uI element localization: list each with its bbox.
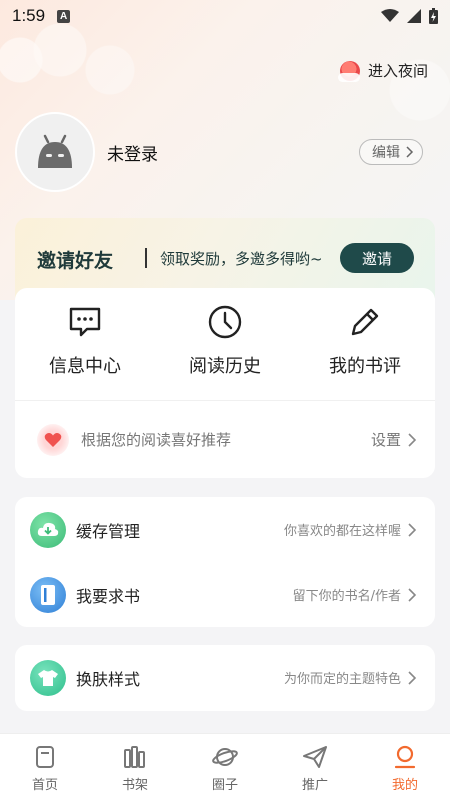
- tab-label: 我的: [391, 778, 418, 793]
- chevron-right-icon: [406, 146, 414, 158]
- list-item-cache-management[interactable]: 缓存管理 你喜欢的都在这样喔: [15, 497, 435, 562]
- list-item-title: 换肤样式: [76, 669, 141, 689]
- list-item-subtitle-text: 为你而定的主题特色: [283, 672, 401, 687]
- chevron-right-icon: [408, 587, 417, 602]
- night-mode-label: 进入夜间: [367, 62, 428, 80]
- list-item-subtitle: 你喜欢的都在这样喔: [284, 520, 419, 539]
- invite-divider: [145, 248, 147, 268]
- tab-promote[interactable]: 推广: [270, 734, 360, 801]
- settings-list-card: 缓存管理 你喜欢的都在这样喔 我要求书 留下你的书名/作者: [15, 497, 435, 627]
- quick-actions-card: 信息中心 阅读历史 我的书评 根据您的阅读喜好推荐 设置: [15, 288, 435, 478]
- paper-plane-icon: [303, 746, 327, 768]
- invite-button[interactable]: 邀请: [340, 243, 414, 273]
- list-item-subtitle-text: 留下你的书名/作者: [292, 589, 401, 604]
- quick-actions-row: 信息中心 阅读历史 我的书评: [15, 288, 435, 400]
- tab-circle[interactable]: 圈子: [180, 734, 270, 801]
- avatar[interactable]: [15, 112, 95, 192]
- recommend-text: 根据您的阅读喜好推荐: [81, 431, 232, 449]
- list-item-subtitle: 为你而定的主题特色: [284, 668, 419, 687]
- list-item-title: 我要求书: [76, 586, 141, 606]
- tab-home[interactable]: 首页: [0, 734, 90, 801]
- username[interactable]: 未登录: [107, 140, 158, 165]
- tab-mine[interactable]: 我的: [360, 734, 450, 801]
- planet-icon: [212, 748, 238, 766]
- list-item-request-book[interactable]: 我要求书 留下你的书名/作者: [15, 562, 435, 627]
- invite-subtitle: 领取奖励，多邀多得哟~: [160, 250, 323, 268]
- heart-icon: [37, 423, 69, 456]
- user-icon: [394, 745, 416, 769]
- wifi-icon: [381, 9, 399, 22]
- shirt-icon: [30, 659, 66, 696]
- tab-label: 首页: [31, 778, 58, 793]
- message-icon: [69, 307, 101, 337]
- status-time: 1:59: [12, 6, 46, 25]
- edit-label: 编辑: [372, 145, 400, 161]
- profile-section: 未登录 编辑: [15, 112, 435, 192]
- status-bar: 1:59 A: [0, 0, 450, 32]
- quick-action-label: 阅读历史: [189, 356, 261, 377]
- quick-action-label: 我的书评: [329, 356, 401, 377]
- recommend-row[interactable]: 根据您的阅读喜好推荐 设置: [15, 401, 435, 478]
- edit-profile-button[interactable]: 编辑: [359, 139, 423, 165]
- chevron-right-icon: [408, 432, 417, 447]
- notification-badge: A: [57, 9, 71, 23]
- quick-action-my-reviews[interactable]: 我的书评: [295, 288, 435, 400]
- list-item-title: 缓存管理: [76, 521, 141, 541]
- chevron-right-icon: [408, 522, 417, 537]
- quick-action-message-center[interactable]: 信息中心: [15, 288, 155, 400]
- theme-card: 换肤样式 为你而定的主题特色: [15, 645, 435, 711]
- clock-icon: [208, 305, 242, 339]
- recommend-settings-button[interactable]: 设置: [371, 429, 419, 450]
- battery-icon: [429, 8, 438, 24]
- night-mode-button[interactable]: 进入夜间: [337, 60, 428, 82]
- quick-action-reading-history[interactable]: 阅读历史: [155, 288, 295, 400]
- invite-banner[interactable]: 邀请好友 领取奖励，多邀多得哟~ 邀请: [15, 218, 435, 298]
- bottom-tab-bar: 首页 书架 圈子 推广 我的: [0, 733, 450, 801]
- pencil-icon: [351, 308, 379, 336]
- chevron-right-icon: [408, 670, 417, 685]
- robot-avatar-icon: [38, 134, 72, 168]
- status-icons: [381, 8, 438, 24]
- list-item-subtitle-text: 你喜欢的都在这样喔: [283, 524, 401, 539]
- tab-label: 书架: [121, 778, 148, 793]
- tab-bookshelf[interactable]: 书架: [90, 734, 180, 801]
- cloud-download-icon: [30, 511, 66, 548]
- signal-icon: [407, 9, 421, 23]
- list-item-theme-style[interactable]: 换肤样式 为你而定的主题特色: [15, 645, 435, 710]
- invite-title: 邀请好友: [37, 250, 114, 272]
- tab-label: 圈子: [211, 778, 238, 793]
- night-mode-icon: [337, 60, 360, 82]
- quick-action-label: 信息中心: [49, 356, 121, 377]
- bookshelf-icon: [124, 746, 145, 768]
- settings-label: 设置: [370, 431, 401, 449]
- book-icon: [30, 576, 66, 613]
- tab-label: 推广: [301, 778, 328, 793]
- list-item-subtitle: 留下你的书名/作者: [293, 585, 419, 604]
- home-icon: [36, 746, 54, 768]
